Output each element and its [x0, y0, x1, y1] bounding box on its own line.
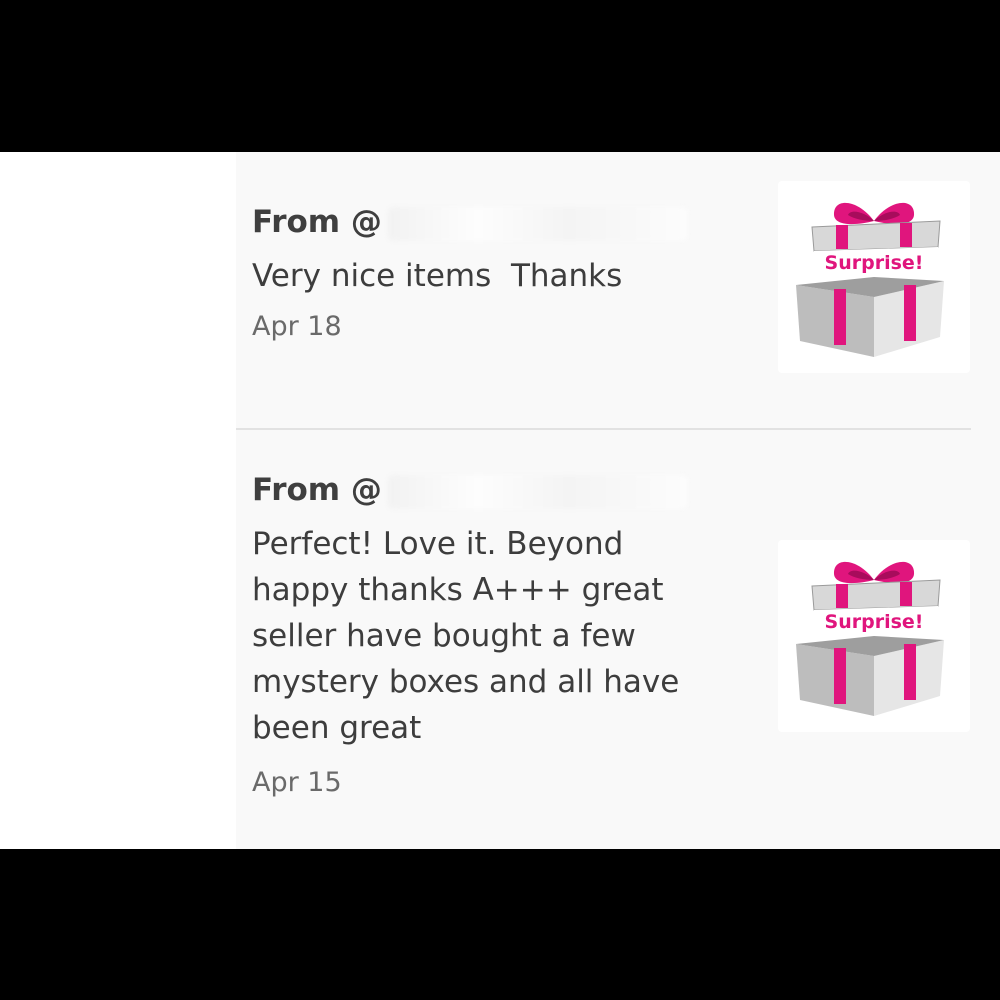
redacted-username [387, 474, 688, 509]
review-from-line: From @ [252, 201, 752, 243]
left-blank-pane [0, 152, 236, 849]
review-text: Perfect! Love it. Beyond happy thanks A+… [252, 526, 680, 746]
review-item: From @ Very nice items Thanks Apr 18 [252, 201, 752, 345]
review-from-line: From @ [252, 469, 752, 511]
gift-box-icon: Surprise! [796, 202, 944, 357]
review-from-label: From @ [252, 204, 382, 240]
review-item: From @ Perfect! Love it. Beyond happy th… [252, 469, 752, 801]
listing-thumbnail[interactable]: Surprise! [778, 181, 970, 373]
listing-thumbnail[interactable]: Surprise! [778, 540, 970, 732]
thumbnail-label: Surprise! [825, 252, 924, 274]
review-date: Apr 15 [252, 767, 342, 798]
thumbnail-label: Surprise! [825, 611, 924, 633]
review-divider [236, 428, 971, 430]
reviews-panel: From @ Very nice items Thanks Apr 18 Sur… [0, 152, 1000, 849]
review-text: Very nice items Thanks [252, 258, 623, 294]
gift-box-icon: Surprise! [796, 561, 944, 716]
review-date: Apr 18 [252, 311, 342, 342]
redacted-username [387, 206, 688, 241]
review-from-label: From @ [252, 472, 382, 508]
